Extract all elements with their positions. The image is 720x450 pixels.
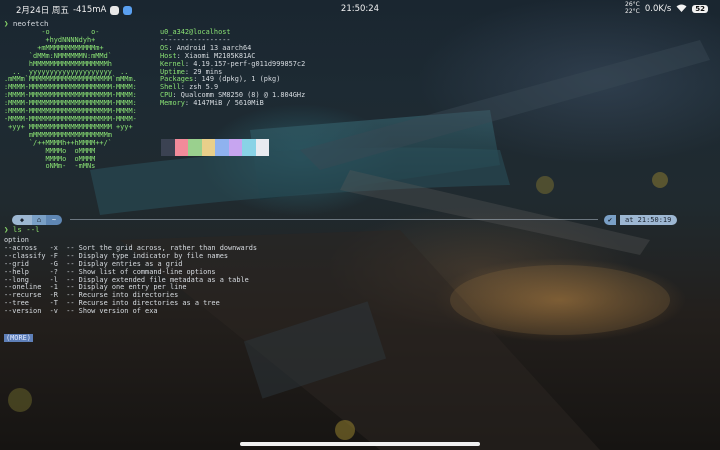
current-command[interactable]: ls --l [13, 225, 40, 234]
status-clock: 21:50:24 [340, 4, 380, 14]
info-key: Memory [160, 99, 185, 108]
status-bar: 2月24日 周五 -415mA 21:50:24 26°C 22°C 0.0K/… [0, 0, 720, 18]
completion-list: option --across -x -- Sort the grid acros… [4, 236, 257, 316]
logo-line: oNMm- -mMNs [4, 162, 96, 171]
info-row-memory: Memory: 4147MiB / 5610MiB [160, 99, 264, 108]
status-check-icon: ✔ [604, 214, 616, 225]
prompt-time: at 21:50:19 [620, 214, 678, 225]
palette-swatch [174, 139, 188, 156]
os-icon: ◆ [12, 214, 32, 225]
info-key: OS [160, 43, 169, 52]
color-palette [161, 139, 269, 156]
directory-segment: ~ [46, 214, 62, 225]
command-input-line[interactable]: ❯ ls --l [4, 226, 40, 234]
palette-swatch [161, 139, 175, 156]
info-value: Xiaomi M2105K81AC [184, 51, 256, 60]
palette-swatch [242, 139, 256, 156]
command-text: neofetch [12, 19, 49, 28]
palette-swatch [201, 139, 215, 156]
info-key: Uptime [160, 67, 185, 76]
info-key: CPU [160, 91, 173, 100]
home-icon: ⌂ [32, 214, 46, 225]
prompt-symbol: ❯ [4, 225, 9, 234]
temperature-readout: 26°C 22°C [625, 1, 640, 15]
info-key: Shell [160, 83, 181, 92]
info-value: 149 (dpkg), 1 (pkg) [201, 75, 281, 84]
battery-badge: 52 [692, 4, 708, 13]
info-value: 29 mins [193, 67, 223, 76]
palette-swatch [188, 139, 202, 156]
right-prompt: ✔ at 21:50:19 [604, 214, 678, 225]
info-key: Host [160, 51, 177, 60]
home-indicator[interactable] [240, 442, 480, 446]
system-info: u0_a342@localhost ----------------- OS: An… [160, 28, 306, 108]
info-key: Kernel [160, 59, 185, 68]
neofetch-logo: -o o- +hydNNNNdyh+ +mMMMMMMMMMMMMm+ `dMM… [4, 28, 137, 171]
prompt-bar: ◆ ⌂ ~ [12, 214, 62, 225]
temp-bottom: 22°C [625, 7, 640, 15]
prompt-symbol: ❯ [4, 19, 9, 28]
info-key: Packages [160, 75, 194, 84]
info-value: Qualcomm SM8250 (8) @ 1.804GHz [180, 91, 306, 100]
palette-swatch [255, 139, 269, 156]
status-bar-right: 26°C 22°C 0.0K/s 52 [625, 1, 708, 15]
palette-swatch [215, 139, 229, 156]
info-value: 4147MiB / 5610MiB [193, 99, 264, 108]
info-value: zsh 5.9 [189, 83, 219, 92]
wifi-icon [676, 4, 687, 12]
palette-swatch [228, 139, 242, 156]
info-value: Android 13 aarch64 [176, 43, 252, 52]
more-indicator[interactable]: (MORE) [4, 334, 33, 342]
network-speed: 0.0K/s [644, 3, 672, 14]
info-value: 4.19.157-perf-g011d999857c2 [193, 59, 306, 68]
completion-item[interactable]: --version -v -- Show version of exa [4, 307, 257, 316]
prompt-divider [70, 219, 598, 220]
prompt-line-neofetch: ❯ neofetch [4, 20, 49, 28]
